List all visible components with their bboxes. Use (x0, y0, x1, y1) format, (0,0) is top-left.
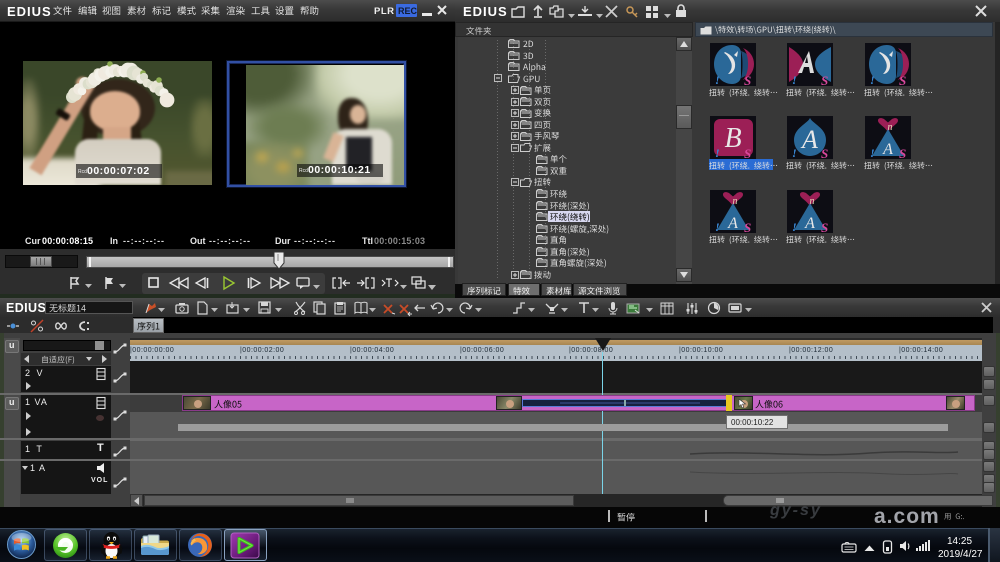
svg-text:S: S (744, 220, 751, 235)
svg-text:!: ! (792, 73, 797, 87)
svg-text:!: ! (870, 73, 875, 87)
svg-text:A: A (804, 215, 815, 232)
svg-text:!: ! (792, 146, 797, 160)
svg-text:S: S (821, 73, 828, 88)
svg-text:n: n (733, 196, 738, 207)
svg-text:!: ! (870, 146, 875, 160)
svg-text:!: ! (715, 220, 720, 234)
svg-text:A: A (800, 125, 818, 154)
svg-text:!: ! (792, 220, 797, 234)
svg-text:S: S (821, 220, 828, 235)
svg-text:S: S (899, 73, 906, 88)
svg-text:A: A (882, 141, 893, 158)
svg-text:n: n (888, 122, 893, 133)
svg-text:B: B (724, 123, 741, 154)
svg-text:!: ! (715, 73, 720, 87)
svg-text:S: S (744, 73, 751, 88)
svg-text:A: A (727, 215, 738, 232)
svg-text:n: n (810, 196, 815, 207)
svg-text:!: ! (715, 146, 720, 160)
svg-text:S: S (821, 146, 828, 161)
svg-text:S: S (899, 146, 906, 161)
